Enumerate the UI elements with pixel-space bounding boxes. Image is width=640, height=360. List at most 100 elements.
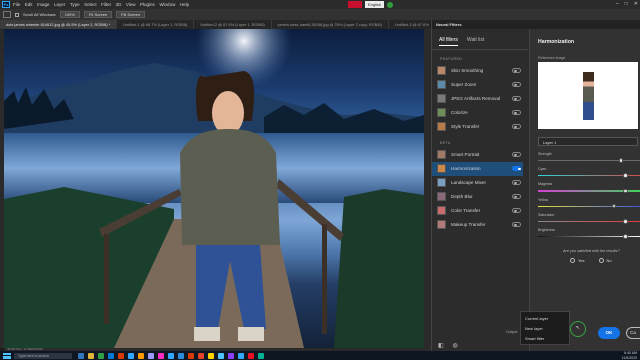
filter-item[interactable]: Makeup Transfer (432, 218, 523, 232)
filter-list: All filters Wait list FEATURED Skin Smoo… (432, 29, 528, 351)
slider-track[interactable] (538, 188, 640, 194)
filter-toggle[interactable] (512, 166, 521, 171)
filter-item[interactable]: Color Transfer (432, 204, 523, 218)
filter-toggle[interactable] (512, 124, 521, 129)
menu-select[interactable]: Select (84, 2, 97, 7)
filter-label: Skin Smoothing (451, 68, 484, 73)
doc-tab[interactable]: Untitled-3 @ 67.6% (Layer 2 copy 2, RGB/… (389, 20, 430, 29)
taskbar-app-icon[interactable] (208, 352, 214, 359)
menu-edit[interactable]: Edit (25, 2, 33, 7)
menu-filter[interactable]: Filter (101, 2, 111, 7)
slider-handle[interactable] (623, 173, 628, 178)
taskbar-app-icon[interactable] (228, 352, 234, 359)
slider-handle[interactable] (623, 218, 628, 224)
taskbar-search[interactable]: Type here to search (14, 352, 72, 359)
taskbar-app-icon[interactable] (168, 352, 174, 359)
language-indicator[interactable]: English (348, 1, 394, 8)
taskbar-app-icon[interactable] (108, 352, 114, 359)
zoom-100-button[interactable]: 100% (59, 11, 80, 18)
doc-tab[interactable]: Untitled-2 @ 67.6% (Layer 1, RGB/8) (194, 20, 272, 29)
filter-toggle[interactable] (512, 208, 521, 213)
vertical-scrollbar[interactable] (424, 29, 431, 351)
filter-toggle[interactable] (512, 68, 521, 73)
taskbar-app-icon[interactable] (78, 352, 84, 359)
taskbar-app-icon[interactable] (198, 352, 204, 359)
filter-thumbnail (437, 192, 446, 201)
filter-toggle[interactable] (512, 96, 521, 101)
tab-wait-list[interactable]: Wait list (467, 37, 484, 46)
slider-track[interactable] (538, 203, 640, 209)
menu-view[interactable]: View (126, 2, 136, 7)
close-icon[interactable]: ✕ (634, 1, 638, 7)
slider-handle[interactable] (623, 234, 628, 239)
taskbar-app-icon[interactable] (138, 352, 144, 359)
filter-item[interactable]: Super Zoom (432, 78, 523, 92)
filter-toggle[interactable] (512, 194, 521, 199)
taskbar-app-icon[interactable] (88, 352, 94, 359)
fill-screen-button[interactable]: Fill Screen (116, 11, 146, 18)
start-icon[interactable] (3, 352, 11, 359)
filter-label: Landscape Mixer (451, 180, 486, 185)
taskbar-app-icon[interactable] (98, 352, 104, 359)
window-controls: – □ ✕ (616, 1, 638, 7)
layer-preview-icon[interactable]: ◍ (453, 342, 458, 349)
system-tray-clock[interactable]: 6:40 AM 11/5/2020 (622, 351, 637, 360)
taskbar-app-icon[interactable] (238, 352, 244, 359)
doc-tab[interactable]: pexels-bess-hamiti-35188.jpg @ 25% (Laye… (272, 20, 389, 29)
menu-3d[interactable]: 3D (116, 2, 122, 7)
taskbar-app-icon[interactable] (178, 352, 184, 359)
output-option-new-layer[interactable]: New layer (521, 324, 569, 334)
taskbar-app-icon[interactable] (118, 352, 124, 359)
ok-button[interactable]: OK (598, 327, 620, 339)
filter-item[interactable]: Smart Portrait (432, 148, 523, 162)
menu-help[interactable]: Help (180, 2, 189, 7)
taskbar-app-icon[interactable] (158, 352, 164, 359)
minimize-icon[interactable]: – (616, 1, 619, 7)
taskbar-app-icon[interactable] (148, 352, 154, 359)
cancel-button[interactable]: Ca (626, 327, 640, 339)
filter-toggle[interactable] (512, 152, 521, 157)
filter-item[interactable]: Harmonization (432, 161, 523, 176)
slider-strength: Strength (530, 146, 640, 163)
menu-image[interactable]: Image (37, 2, 50, 7)
taskbar-app-icon[interactable] (128, 352, 134, 359)
output-option-smart-filter[interactable]: Smart filter (521, 334, 569, 344)
taskbar-app-icon[interactable] (218, 352, 224, 359)
taskbar-app-icon[interactable] (258, 352, 264, 359)
filter-item[interactable]: Skin Smoothing (432, 64, 523, 78)
tab-all-filters[interactable]: All filters (439, 37, 458, 46)
hand-tool-icon[interactable] (3, 11, 11, 18)
slider-handle[interactable] (623, 188, 628, 194)
slider-track[interactable] (538, 158, 640, 163)
feedback-no[interactable]: No (598, 258, 612, 264)
output-option-current-layer[interactable]: Current layer (521, 314, 569, 324)
slider-track[interactable] (538, 234, 640, 239)
fit-screen-button[interactable]: Fit Screen (83, 11, 113, 18)
document-canvas[interactable] (4, 29, 424, 348)
doc-tab[interactable]: dole james wheeler 614612.jpg @ 45.5% (L… (0, 20, 118, 29)
doc-tab[interactable]: Untitled-1 @ 66.7% (Layer 1, RGB/8) (117, 20, 195, 29)
filter-toggle[interactable] (512, 82, 521, 87)
scroll-all-checkbox[interactable] (15, 12, 19, 17)
feedback-yes[interactable]: Yes (570, 258, 585, 264)
menu-layer[interactable]: Layer (54, 2, 65, 7)
filter-toggle[interactable] (512, 222, 521, 227)
filter-item[interactable]: JPEG Artifacts Removal (432, 92, 523, 106)
taskbar-app-icon[interactable] (248, 352, 254, 359)
menu-plugins[interactable]: Plugins (140, 2, 155, 7)
filter-toggle[interactable] (512, 110, 521, 115)
filter-item[interactable]: Depth Blur (432, 190, 523, 204)
slider-track[interactable] (538, 173, 640, 178)
menu-type[interactable]: Type (70, 2, 80, 7)
filter-toggle[interactable] (512, 180, 521, 185)
filter-item[interactable]: Landscape Mixer (432, 176, 523, 190)
reference-layer-select[interactable]: Layer 1 (538, 137, 638, 146)
compare-icon[interactable]: ◧ (438, 342, 444, 349)
slider-track[interactable] (538, 218, 640, 224)
filter-item[interactable]: Colorize (432, 106, 523, 120)
menu-file[interactable]: File (13, 2, 20, 7)
filter-item[interactable]: Style Transfer (432, 120, 523, 134)
menu-window[interactable]: Window (159, 2, 175, 7)
taskbar-app-icon[interactable] (188, 352, 194, 359)
maximize-icon[interactable]: □ (625, 1, 628, 7)
